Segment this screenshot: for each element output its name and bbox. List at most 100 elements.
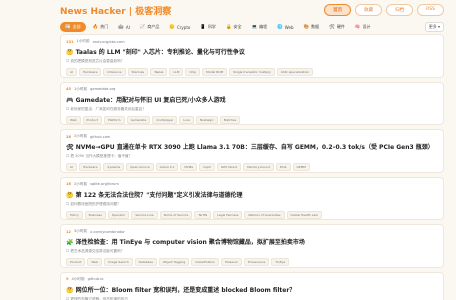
tag-chip[interactable]: Nations of Guarantee xyxy=(244,210,285,219)
nav-rss-button[interactable]: RSS xyxy=(417,4,444,16)
post-time: 3小时前 xyxy=(74,229,88,233)
article-title-text[interactable]: Gamedate：用配对与怀旧 UI 复启已死/小众多人游戏 xyxy=(76,97,226,104)
article-title[interactable]: 🛠 NVMe→GPU 直通在单卡 RTX 3090 上跑 Llama 3.1 7… xyxy=(66,142,438,151)
article-card[interactable]: 131 1小时前 arxiv.org/abs.com 🤔 Taalas 的 LLM "… xyxy=(60,34,444,78)
tag-chip[interactable]: Service Line xyxy=(131,210,158,219)
tag-chip[interactable]: Classification xyxy=(191,258,220,266)
tag-chip[interactable]: Open-Source xyxy=(126,163,154,171)
tag-chip[interactable]: Tariffs xyxy=(194,210,212,219)
tag-chip[interactable]: TinEye xyxy=(271,258,290,266)
article-title[interactable]: 🤔 网位所一位：Bloom filter 宽和误判，还是变成重述 blocked… xyxy=(66,285,438,294)
category-chip[interactable]: 📰 全部 xyxy=(60,22,86,32)
category-chip[interactable]: 🔒 安全 xyxy=(223,23,245,31)
tag-chip[interactable]: Matches xyxy=(219,115,241,124)
article-title[interactable]: 🤔 Taalas 的 LLM "刻印" 入芯片：专利推论、量化与可行性争议 xyxy=(66,47,438,56)
category-chip[interactable]: 🌐 Web xyxy=(274,24,296,31)
article-title-text[interactable]: NVMe→GPU 直通在单卡 RTX 3090 上跑 Llama 3.1 70B… xyxy=(76,144,434,151)
tag-chip[interactable]: Business xyxy=(84,210,106,219)
source-domain[interactable]: sqlite.org/forum xyxy=(90,182,119,186)
tag-chip[interactable]: Image Search xyxy=(103,258,133,266)
score-badge: 16 xyxy=(66,182,72,186)
more-categories-dropdown[interactable]: 更多 ▾ xyxy=(424,22,444,32)
article-card[interactable]: 16 2小时前 sqlite.org/forum 🤔 第 122 条无法合法住院？"支… xyxy=(60,176,444,220)
article-title-text[interactable]: 泽性检验查：用 TinEye 与 computer vision 聚合博物馆藏品… xyxy=(76,239,305,246)
category-chip[interactable]: 📱 科学 xyxy=(197,23,219,31)
tag-chip[interactable]: AI xyxy=(66,163,77,171)
tag-chip[interactable]: GPU Direct xyxy=(216,163,242,171)
top-header: News Hacker | 极客洞察 首页 收藏 归档 RSS xyxy=(0,0,456,20)
tag-chip[interactable]: Legal Fairness xyxy=(213,210,243,219)
article-title-text[interactable]: 网位所一位：Bloom filter 宽和误判，还是变成重述 blocked B… xyxy=(76,287,296,294)
tag-chip[interactable]: Inference xyxy=(103,68,126,76)
tag-chip[interactable]: Museum xyxy=(221,258,242,266)
score-badge: 9 xyxy=(66,277,69,281)
tag-chip[interactable]: Ceph xyxy=(199,163,215,171)
tag-chip[interactable]: LLM xyxy=(169,68,184,76)
source-domain[interactable]: arxiv.org/abs.com xyxy=(93,40,125,44)
category-chip[interactable]: 🪙 Crypto xyxy=(166,24,193,31)
emoji-icon: 🧩 xyxy=(66,239,74,246)
tag-chip[interactable]: Web xyxy=(87,258,102,266)
category-chip[interactable]: 🔥 热门 xyxy=(90,23,112,31)
tag-chip[interactable]: Database xyxy=(134,258,157,266)
tag-list: AI Hardware Inference Startups Taalas LLM Chip… xyxy=(66,68,438,76)
tag-chip[interactable]: Platform xyxy=(103,115,125,124)
tag-chip[interactable]: Hardware xyxy=(78,68,102,76)
article-card[interactable]: 45 1小时前 gamedate.org 🎮 Gamedate：用配对与怀旧 UI 复… xyxy=(60,81,444,125)
category-chip[interactable]: 🛠 硬件 xyxy=(326,23,348,31)
tag-chip[interactable]: Product xyxy=(82,115,102,124)
tag-chip[interactable]: Gamedate xyxy=(126,115,151,124)
tag-chip[interactable]: ASIC specialization xyxy=(276,68,314,76)
tag-chip[interactable]: Model ROM xyxy=(202,68,228,76)
tag-chip[interactable]: PCIe xyxy=(275,163,291,171)
tag-chip[interactable]: Nostalgic xyxy=(195,115,218,124)
tag-chip[interactable]: Taalas xyxy=(150,68,168,76)
source-domain[interactable]: gamedate.org xyxy=(90,87,115,91)
tag-chip[interactable]: Single transistor multiply xyxy=(229,68,275,76)
article-card[interactable]: 9 4小时前 github.io 🤔 网位所一位：Bloom filter 宽和误判，… xyxy=(60,271,444,300)
tag-chip[interactable]: Operator xyxy=(107,210,130,219)
source-domain[interactable]: x.com/ycombinator xyxy=(90,230,125,234)
article-meta: 16 2小时前 sqlite.org/forum xyxy=(66,182,438,187)
nav-home-button[interactable]: 首页 xyxy=(324,4,352,16)
category-chip[interactable]: 🤖 AI xyxy=(115,24,133,31)
article-title-text[interactable]: 第 122 条无法合法住院？"支付问题"定义引发法律与道德伦理 xyxy=(76,192,243,199)
tag-chip[interactable]: Web xyxy=(66,115,81,124)
tag-chip[interactable]: Lore xyxy=(179,115,194,124)
source-domain[interactable]: github.com xyxy=(90,135,110,139)
tag-chip[interactable]: Chip xyxy=(185,68,201,76)
tag-chip[interactable]: Terms of Service xyxy=(159,210,193,219)
post-time: 1小时前 xyxy=(76,39,90,43)
tag-chip[interactable]: Llama 3.1 xyxy=(155,163,179,171)
tag-chip[interactable]: Product xyxy=(66,258,86,266)
site-logo[interactable]: News Hacker | 极客洞察 xyxy=(60,4,171,17)
tag-chip[interactable]: AI xyxy=(66,68,77,76)
category-chip[interactable]: 💻 编程 xyxy=(249,23,271,31)
tag-chip[interactable]: NVMe xyxy=(180,163,198,171)
source-domain[interactable]: github.io xyxy=(88,277,104,281)
tag-chip[interactable]: Object Tagging xyxy=(158,258,190,266)
article-card[interactable]: 12 3小时前 x.com/ycombinator 🧩 泽性检验查：用 TinEye … xyxy=(60,224,444,268)
article-title-text[interactable]: Taalas 的 LLM "刻印" 入芯片：专利推论、量化与可行性争议 xyxy=(76,49,245,56)
nav-archive-button[interactable]: 归档 xyxy=(386,4,414,16)
nav-favorites-button[interactable]: 收藏 xyxy=(355,4,383,16)
article-title[interactable]: 🎮 Gamedate：用配对与怀旧 UI 复启已死/小众多人游戏 xyxy=(66,95,438,104)
tag-chip[interactable]: multiplayer xyxy=(152,115,178,124)
category-chip[interactable]: 🧠 设计 xyxy=(352,23,374,31)
tag-chip[interactable]: Global Health Law xyxy=(286,210,322,219)
article-summary: ☐ 老玩家的复活：厂商如何在服务器关闭后重启？ xyxy=(66,106,146,111)
tag-chip[interactable]: Startups xyxy=(127,68,149,76)
tag-chip[interactable]: Memory-bound xyxy=(243,163,274,171)
category-chip[interactable]: 🎨 数据 xyxy=(301,23,323,31)
tag-chip[interactable]: Hardware xyxy=(78,163,102,171)
tag-chip[interactable]: GEMM xyxy=(292,163,310,171)
category-chip[interactable]: 📈 商产品 xyxy=(137,23,163,31)
post-time: 4小时前 xyxy=(71,276,85,281)
article-title[interactable]: 🤔 第 122 条无法合法住院？"支付问题"定义引发法律与道德伦理 xyxy=(66,190,438,199)
article-card[interactable]: 28 2小时前 github.com 🛠 NVMe→GPU 直通在单卡 RTX 309… xyxy=(60,129,444,173)
tag-chip[interactable]: Systems xyxy=(103,163,125,171)
article-title[interactable]: 🧩 泽性检验查：用 TinEye 与 computer vision 聚合博物馆… xyxy=(66,237,438,246)
tag-chip[interactable]: Provenance xyxy=(243,258,270,266)
article-summary: ☐ 把艺术品溯源交给算法能可靠吗？ xyxy=(66,249,125,253)
tag-chip[interactable]: Policy xyxy=(66,210,83,219)
